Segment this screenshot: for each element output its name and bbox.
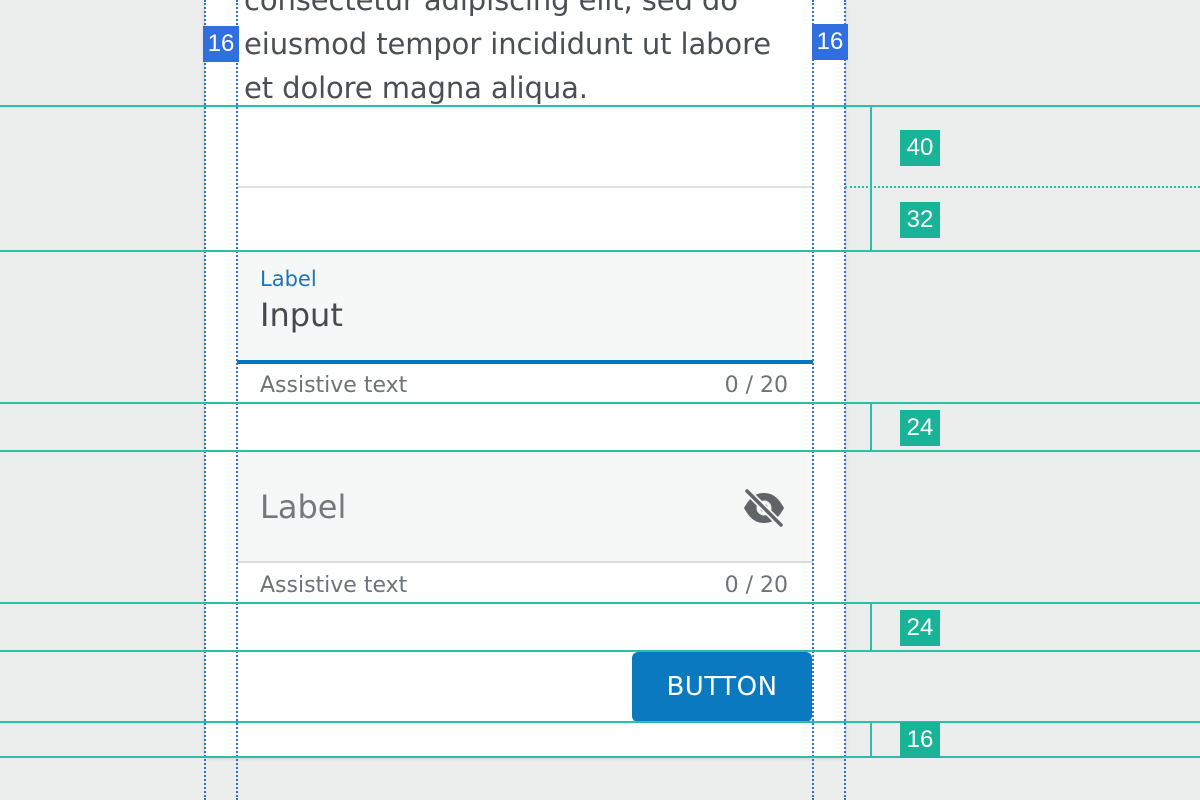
guide-line	[0, 650, 1200, 652]
primary-button[interactable]: BUTTON	[632, 652, 812, 722]
field-label: Label	[260, 488, 347, 526]
spacing-bracket	[870, 603, 872, 651]
guide-line-dotted	[845, 186, 1200, 188]
spacing-tag: 16	[900, 722, 940, 758]
character-counter: 0 / 20	[724, 373, 788, 398]
guide-line	[0, 402, 1200, 404]
guide-line	[0, 721, 1200, 723]
eye-off-icon[interactable]	[741, 488, 787, 528]
guide-line	[0, 450, 1200, 452]
assistive-text: Assistive text	[260, 573, 408, 598]
padding-left-tag: 16	[203, 26, 239, 62]
spacing-bracket	[870, 722, 872, 757]
spacing-tag: 40	[900, 130, 940, 166]
text-field-input[interactable]: Label Input	[237, 251, 813, 364]
field-label: Label	[260, 267, 317, 291]
spacing-bracket	[870, 106, 872, 251]
guide-content-left	[236, 0, 238, 800]
guide-content-right	[812, 0, 814, 800]
body-paragraph: consectetur adipiscing elit, sed do eius…	[244, 0, 771, 105]
guide-line	[0, 250, 1200, 252]
guide-line	[0, 602, 1200, 604]
spacing-tag: 24	[900, 410, 940, 446]
divider	[237, 186, 813, 188]
text-field-password[interactable]: Label	[237, 452, 813, 563]
field-underline	[237, 561, 813, 563]
guide-line	[0, 105, 1200, 107]
field-underline-active	[237, 360, 813, 364]
spacing-bracket	[870, 403, 872, 451]
spacing-tag: 32	[900, 202, 940, 238]
assistive-text: Assistive text	[260, 373, 408, 398]
padding-right-tag: 16	[812, 24, 848, 60]
guide-line	[0, 756, 1200, 758]
guide-card-right	[844, 0, 846, 800]
character-counter: 0 / 20	[724, 573, 788, 598]
guide-card-left	[204, 0, 206, 800]
spacing-tag: 24	[900, 610, 940, 646]
field-value: Input	[260, 296, 343, 334]
